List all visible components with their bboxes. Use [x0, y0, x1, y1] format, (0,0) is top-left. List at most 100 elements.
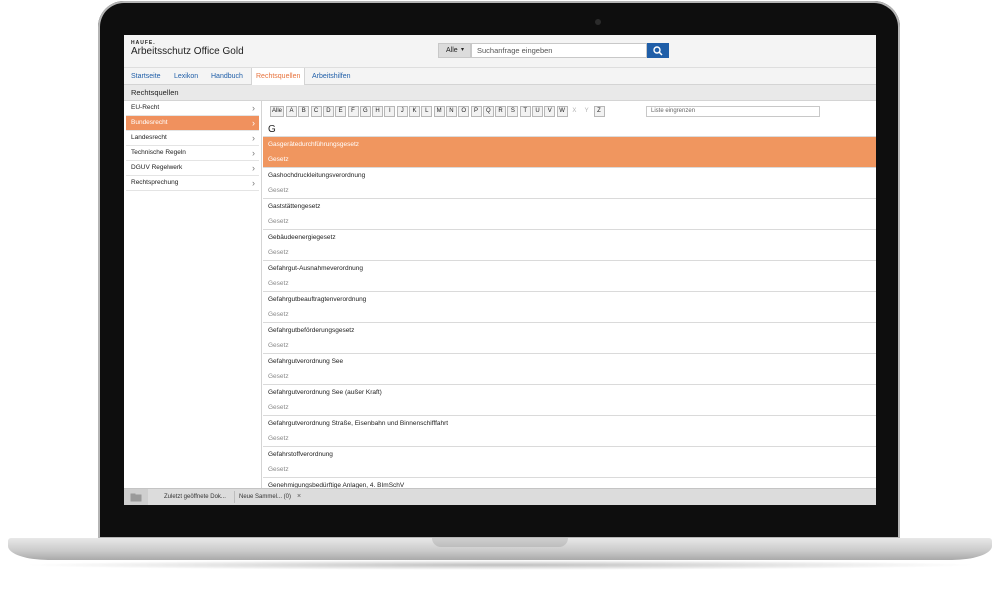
folder-icon-button[interactable] — [124, 489, 148, 505]
nav-startseite[interactable]: Startseite — [131, 68, 161, 85]
letter-b-button[interactable]: B — [298, 106, 310, 117]
chevron-right-icon: › — [252, 133, 255, 143]
search-icon — [653, 46, 663, 56]
letter-w-button[interactable]: W — [556, 106, 568, 117]
letter-q-button[interactable]: Q — [482, 106, 494, 117]
entry-type: Gesetz — [268, 373, 289, 380]
entry-title[interactable]: Gebäudeenergiegesetz — [268, 234, 336, 241]
search-button[interactable] — [647, 43, 669, 58]
entry-list: Gasgerätedurchführungsgesetz Gesetz Gashoc… — [263, 137, 876, 488]
close-icon[interactable]: × — [297, 489, 301, 505]
sidebar-item-dguv-regelwerk[interactable]: DGUV Regelwerk › — [126, 161, 259, 176]
letter-t-button[interactable]: T — [519, 106, 531, 117]
list-item[interactable]: Gefahrgutverordnung See Gesetz — [263, 354, 876, 385]
entry-title[interactable]: Gefahrgutverordnung Straße, Eisenbahn un… — [268, 420, 448, 427]
sidebar-item-label: Technische Regeln — [131, 149, 186, 156]
letter-g-button[interactable]: G — [359, 106, 371, 117]
chevron-right-icon: › — [252, 118, 255, 128]
list-item[interactable]: Gefahrstoffverordnung Gesetz — [263, 447, 876, 478]
sidebar-item-technische-regeln[interactable]: Technische Regeln › — [126, 146, 259, 161]
letter-u-button[interactable]: U — [532, 106, 543, 117]
list-item[interactable]: Gefahrgut-Ausnahmeverordnung Gesetz — [263, 261, 876, 292]
entry-type: Gesetz — [268, 218, 289, 225]
letter-p-button[interactable]: P — [470, 106, 482, 117]
sidebar-item-label: DGUV Regelwerk — [131, 164, 183, 171]
laptop-notch — [432, 538, 568, 547]
list-item[interactable]: Gaststättengesetz Gesetz — [263, 199, 876, 230]
letter-a-button[interactable]: A — [286, 106, 297, 117]
letter-z-button[interactable]: Z — [593, 106, 605, 117]
search-scope-dropdown[interactable]: Alle ▾ — [438, 43, 471, 58]
recent-documents-tab[interactable]: Zuletzt geöffnete Dok... — [164, 489, 226, 505]
entry-title[interactable]: Gashochdruckleitungsverordnung — [268, 172, 365, 179]
letter-d-button[interactable]: D — [322, 106, 334, 117]
entry-type: Gesetz — [268, 342, 289, 349]
chevron-right-icon: › — [252, 148, 255, 158]
sidebar-item-rechtsprechung[interactable]: Rechtsprechung › — [126, 176, 259, 191]
entry-type: Gesetz — [268, 249, 289, 256]
letter-s-button[interactable]: S — [507, 106, 519, 117]
letter-v-button[interactable]: V — [544, 106, 556, 117]
entry-type: Gesetz — [268, 466, 289, 473]
list-item[interactable]: Gashochdruckleitungsverordnung Gesetz — [263, 168, 876, 199]
sidebar-item-label: EU-Recht — [131, 104, 160, 111]
chevron-right-icon: › — [252, 163, 255, 173]
sidebar-item-landesrecht[interactable]: Landesrecht › — [126, 131, 259, 146]
letter-m-button[interactable]: M — [433, 106, 445, 117]
letter-k-button[interactable]: K — [409, 106, 420, 117]
camera-icon — [595, 19, 601, 25]
nav-rechtsquellen[interactable]: Rechtsquellen — [251, 68, 306, 85]
letter-i-button[interactable]: I — [384, 106, 396, 117]
nav-arbeitshilfen[interactable]: Arbeitshilfen — [312, 68, 351, 85]
entry-type: Gesetz — [268, 404, 289, 411]
search-input[interactable]: Suchanfrage eingeben — [471, 43, 647, 58]
footer-bar: Zuletzt geöffnete Dok... Neue Sammel... … — [124, 488, 876, 505]
list-item[interactable]: Gasgerätedurchführungsgesetz Gesetz — [263, 137, 876, 168]
sidebar: EU-Recht › Bundesrecht › Landesrecht › Tech… — [124, 101, 262, 495]
letter-j-button[interactable]: J — [396, 106, 408, 117]
group-letter-heading: G — [268, 124, 276, 135]
app-screen: HAUFE. Arbeitsschutz Office Gold Alle ▾ … — [124, 35, 876, 505]
entry-title[interactable]: Gefahrgut-Ausnahmeverordnung — [268, 265, 363, 272]
chevron-right-icon: › — [252, 178, 255, 188]
letter-o-button[interactable]: O — [458, 106, 470, 117]
entry-title[interactable]: Gefahrgutbeauftragtenverordnung — [268, 296, 366, 303]
list-item[interactable]: Genehmigungsbedürftige Anlagen, 4. BImSc… — [263, 478, 876, 488]
page-title: Rechtsquellen — [124, 85, 876, 101]
entry-title[interactable]: Gefahrstoffverordnung — [268, 451, 333, 458]
letter-all-button[interactable]: Alle — [270, 106, 284, 117]
entry-type: Gesetz — [268, 435, 289, 442]
letter-r-button[interactable]: R — [495, 106, 507, 117]
header: HAUFE. Arbeitsschutz Office Gold Alle ▾ … — [124, 35, 876, 67]
entry-title[interactable]: Gaststättengesetz — [268, 203, 320, 210]
main-nav: Startseite Lexikon Handbuch Rechtsquelle… — [124, 67, 876, 85]
sidebar-item-label: Landesrecht — [131, 134, 167, 141]
letter-l-button[interactable]: L — [421, 106, 433, 117]
list-item[interactable]: Gefahrgutbeauftragtenverordnung Gesetz — [263, 292, 876, 323]
entry-type: Gesetz — [268, 280, 289, 287]
app-title: Arbeitsschutz Office Gold — [131, 46, 244, 57]
list-item[interactable]: Gefahrgutverordnung Straße, Eisenbahn un… — [263, 416, 876, 447]
entry-title[interactable]: Gefahrgutbeförderungsgesetz — [268, 327, 354, 334]
letter-f-button[interactable]: F — [347, 106, 359, 117]
collection-tab[interactable]: Neue Sammel... (0) — [239, 489, 291, 505]
chevron-right-icon: › — [252, 103, 255, 113]
entry-title[interactable]: Gefahrgutverordnung See (außer Kraft) — [268, 389, 382, 396]
entry-title[interactable]: Gefahrgutverordnung See — [268, 358, 343, 365]
sidebar-item-eu-recht[interactable]: EU-Recht › — [126, 101, 259, 116]
letter-c-button[interactable]: C — [310, 106, 322, 117]
entry-title[interactable]: Gasgerätedurchführungsgesetz — [268, 141, 359, 148]
search-scope-label: Alle — [446, 47, 458, 54]
letter-n-button[interactable]: N — [445, 106, 457, 117]
letter-y-button: Y — [584, 108, 589, 114]
list-filter-input[interactable]: Liste eingrenzen — [646, 106, 820, 117]
sidebar-item-label: Rechtsprechung — [131, 179, 179, 186]
nav-handbuch[interactable]: Handbuch — [211, 68, 243, 85]
list-item[interactable]: Gefahrgutverordnung See (außer Kraft) Ges… — [263, 385, 876, 416]
list-item[interactable]: Gebäudeenergiegesetz Gesetz — [263, 230, 876, 261]
letter-e-button[interactable]: E — [335, 106, 347, 117]
letter-h-button[interactable]: H — [372, 106, 384, 117]
nav-lexikon[interactable]: Lexikon — [174, 68, 198, 85]
list-item[interactable]: Gefahrgutbeförderungsgesetz Gesetz — [263, 323, 876, 354]
sidebar-item-bundesrecht[interactable]: Bundesrecht › — [126, 116, 259, 131]
